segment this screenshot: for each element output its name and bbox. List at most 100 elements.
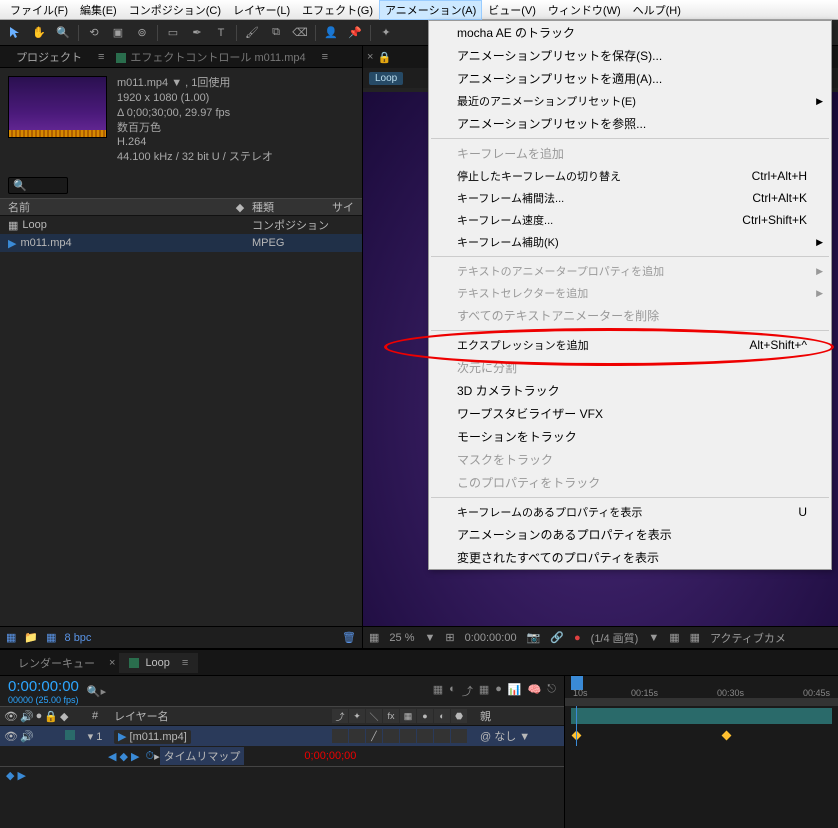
menu-effect[interactable]: エフェクト(G) xyxy=(296,0,379,20)
menu-edit[interactable]: 編集(E) xyxy=(74,0,123,20)
rotate-tool[interactable]: ⟲ xyxy=(85,24,103,42)
tab-effect-controls[interactable]: エフェクトコントロール m011.mp4 xyxy=(106,46,315,68)
project-row-m011[interactable]: ▶m011.mp4 MPEG xyxy=(0,234,362,252)
work-area[interactable] xyxy=(565,698,838,706)
property-track[interactable] xyxy=(565,726,838,746)
menu-help[interactable]: ヘルプ(H) xyxy=(627,0,687,20)
menu-save-preset[interactable]: アニメーションプリセットを保存(S)... xyxy=(429,44,831,67)
graph-icon[interactable]: 📊 xyxy=(508,683,522,699)
mblur-switch[interactable]: ● xyxy=(417,709,433,723)
stopwatch-icon[interactable]: ⏱ xyxy=(146,750,155,763)
fx-switch[interactable]: fx xyxy=(383,709,399,723)
menu-composition[interactable]: コンポジション(C) xyxy=(123,0,227,20)
motion-blur-icon[interactable]: ● xyxy=(495,683,502,699)
layer-bar[interactable] xyxy=(571,708,832,724)
menu-motion-track[interactable]: モーションをトラック xyxy=(429,425,831,448)
camera-tool[interactable]: ▣ xyxy=(109,24,127,42)
solo-header-icon[interactable]: ● xyxy=(36,710,43,723)
magnify-icon[interactable]: ▦ xyxy=(369,631,379,644)
menu-toggle-hold[interactable]: 停止したキーフレームの切り替えCtrl+Alt+H xyxy=(429,165,831,187)
timeline-search-icon[interactable]: 🔍▸ xyxy=(87,685,106,698)
draft3d-icon[interactable]: ◐ xyxy=(449,683,456,699)
eye-header-icon[interactable]: 👁 xyxy=(4,710,18,723)
puppet-tool[interactable]: 📌 xyxy=(346,24,364,42)
kf-nav[interactable]: ◀ ◆ ▶ xyxy=(108,750,140,763)
menu-browse-presets[interactable]: アニメーションプリセットを参照... xyxy=(429,112,831,135)
time-ruler[interactable]: 10s 00:15s 00:30s 00:45s xyxy=(565,676,838,706)
color-icon[interactable]: ● xyxy=(574,632,581,644)
menu-layer[interactable]: レイヤー(L) xyxy=(227,0,296,20)
menu-recent-presets[interactable]: 最近のアニメーションプリセット(E)▶ xyxy=(429,90,831,112)
project-row-loop[interactable]: ▦Loop コンポジション xyxy=(0,216,362,234)
layer-row-1[interactable]: 👁 🔊 ▾ 1 ▶ [m011.mp4] ╱ @ なし ▼ xyxy=(0,726,564,746)
text-tool[interactable]: T xyxy=(212,24,230,42)
layer-track[interactable] xyxy=(565,706,838,726)
folder-icon[interactable]: 📁 xyxy=(24,631,38,644)
rect-tool[interactable]: ▭ xyxy=(164,24,182,42)
property-row-timeremap[interactable]: ◀ ◆ ▶ ⏱ ▸ タイムリマップ 0;00;00;00 xyxy=(0,746,564,766)
num-header[interactable]: # xyxy=(80,710,110,722)
selection-tool[interactable] xyxy=(6,24,24,42)
col-type[interactable]: 種類 xyxy=(252,199,332,215)
axis-tool[interactable]: ✦ xyxy=(377,24,395,42)
pickwhip-icon[interactable]: @ xyxy=(480,731,491,743)
twirl-icon[interactable]: ▾ xyxy=(88,731,94,743)
audio-icon[interactable]: 🔊 xyxy=(20,730,34,743)
clone-tool[interactable]: ⧉ xyxy=(267,24,285,42)
lock-header-icon[interactable]: 🔒 xyxy=(44,710,58,723)
pen-tool[interactable]: ✒ xyxy=(188,24,206,42)
menu-reveal-kf[interactable]: キーフレームのあるプロパティを表示U xyxy=(429,501,831,523)
guides-icon[interactable]: ▦ xyxy=(690,631,700,644)
menu-kf-assist[interactable]: キーフレーム補助(K)▶ xyxy=(429,231,831,253)
star-switch[interactable]: ✦ xyxy=(349,709,365,723)
label-header[interactable]: ◆ xyxy=(60,710,80,723)
layer-label[interactable] xyxy=(65,730,75,740)
menu-animation[interactable]: アニメーション(A) xyxy=(379,0,482,20)
toggle-switches-icon[interactable]: ◆ ▶ xyxy=(6,769,26,782)
frameblend-switch[interactable]: ▦ xyxy=(400,709,416,723)
menu-reveal-modified[interactable]: 変更されたすべてのプロパティを表示 xyxy=(429,546,831,569)
lock-icon[interactable]: 🔒 xyxy=(377,51,391,64)
new-comp-icon[interactable]: ▦ xyxy=(46,631,56,644)
zoom-level[interactable]: 25 % xyxy=(389,632,414,644)
menu-mocha[interactable]: mocha AE のトラック xyxy=(429,21,831,44)
camera-icon[interactable]: 📷 xyxy=(527,631,541,644)
trash-icon[interactable]: 🗑 xyxy=(342,631,356,644)
menu-camera-track[interactable]: 3D カメラトラック xyxy=(429,379,831,402)
menu-velocity[interactable]: キーフレーム速度...Ctrl+Shift+K xyxy=(429,209,831,231)
menu-add-expression[interactable]: エクスプレッションを追加Alt+Shift+^ xyxy=(429,334,831,356)
menu-interpolation[interactable]: キーフレーム補間法...Ctrl+Alt+K xyxy=(429,187,831,209)
interpret-icon[interactable]: ▦ xyxy=(6,631,16,644)
zoom-tool[interactable]: 🔍 xyxy=(54,24,72,42)
shy-switch[interactable]: ⤴ xyxy=(332,709,348,723)
menu-file[interactable]: ファイル(F) xyxy=(4,0,74,20)
quality-switch[interactable]: ＼ xyxy=(366,709,382,723)
comp-mini-icon[interactable]: ▦ xyxy=(433,683,443,699)
col-label[interactable]: ◆ xyxy=(228,201,252,214)
roto-tool[interactable]: 👤 xyxy=(322,24,340,42)
tab-close-icon[interactable]: × xyxy=(109,657,115,669)
resolution-icon[interactable]: ⊞ xyxy=(445,631,454,644)
hand-tool[interactable]: ✋ xyxy=(30,24,48,42)
tab-render-queue[interactable]: レンダーキュー xyxy=(8,651,105,675)
project-search-input[interactable]: 🔍 xyxy=(8,177,68,194)
timeline-tracks[interactable]: 10s 00:15s 00:30s 00:45s xyxy=(565,676,838,828)
tab-loop[interactable]: Loop≡ xyxy=(119,653,198,673)
brush-tool[interactable]: 🖌 xyxy=(243,24,261,42)
audio-header-icon[interactable]: 🔊 xyxy=(20,710,34,723)
bpc-button[interactable]: 8 bpc xyxy=(65,632,92,644)
menu-apply-preset[interactable]: アニメーションプリセットを適用(A)... xyxy=(429,67,831,90)
col-size[interactable]: サイ xyxy=(332,199,362,215)
anchor-tool[interactable]: ⊚ xyxy=(133,24,151,42)
layer-name-header[interactable]: レイヤー名 xyxy=(110,708,332,724)
3d-switch[interactable]: ⬣ xyxy=(451,709,467,723)
frame-blend-icon[interactable]: ▦ xyxy=(479,683,489,699)
quality-display[interactable]: (1/4 画質) xyxy=(591,630,639,646)
menu-warp-stab[interactable]: ワープスタビライザー VFX xyxy=(429,402,831,425)
timecode-display[interactable]: 0:00:00:00 xyxy=(465,632,517,644)
tab-project-menu-icon[interactable]: ≡ xyxy=(98,51,104,63)
eye-icon[interactable]: 👁 xyxy=(4,730,18,743)
shy-icon[interactable]: ⤴ xyxy=(462,683,473,699)
grid-icon[interactable]: ▦ xyxy=(669,631,679,644)
link-icon[interactable]: 🔗 xyxy=(550,631,564,644)
